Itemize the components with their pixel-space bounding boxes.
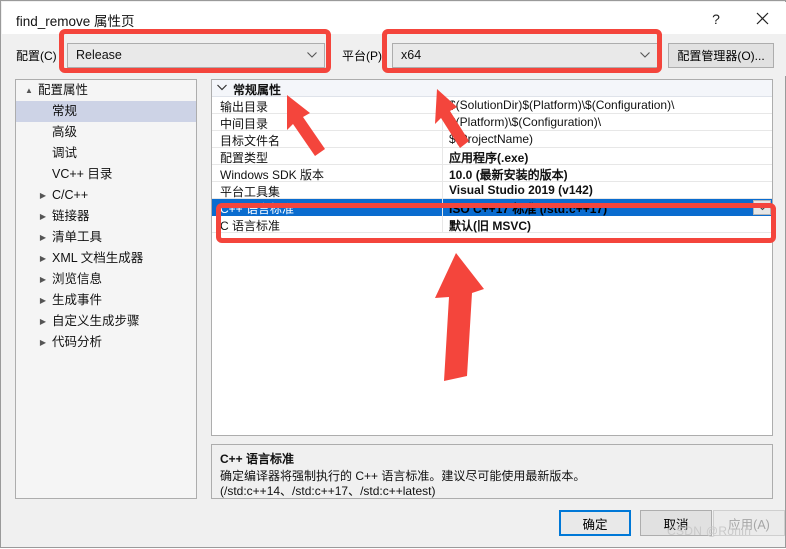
tree-node-3[interactable]: VC++ 目录 xyxy=(16,164,196,185)
tree-node-label: 高级 xyxy=(52,125,78,139)
configuration-value: Release xyxy=(76,48,122,62)
description-body: 确定编译器将强制执行的 C++ 语言标准。建议尽可能使用最新版本。(/std:c… xyxy=(220,469,586,498)
chevron-down-icon xyxy=(307,52,317,58)
tree-node-label: XML 文档生成器 xyxy=(52,251,144,265)
property-value: $(SolutionDir)$(Platform)\$(Configuratio… xyxy=(449,98,675,112)
platform-combobox[interactable]: x64 xyxy=(392,43,658,68)
expand-triangle-icon[interactable]: ▶ xyxy=(36,290,50,311)
tree-node-label: 浏览信息 xyxy=(52,272,103,286)
property-name: 中间目录 xyxy=(220,117,269,131)
expand-triangle-icon[interactable]: ▶ xyxy=(36,248,50,269)
property-name: 输出目录 xyxy=(220,100,269,114)
ok-label: 确定 xyxy=(582,517,608,532)
question-mark-icon: ? xyxy=(712,10,720,27)
tree-node-label: 链接器 xyxy=(52,209,90,223)
property-pages-dialog: find_remove 属性页 ? 配置(C) Release 平台(P) x6… xyxy=(0,0,786,548)
column-divider xyxy=(442,199,443,216)
column-divider xyxy=(442,182,443,199)
chevron-down-icon xyxy=(640,52,650,58)
property-name: Windows SDK 版本 xyxy=(220,168,325,182)
tree-node-8[interactable]: ▶ 浏览信息 xyxy=(16,269,196,290)
column-divider xyxy=(442,148,443,165)
property-row[interactable]: 输出目录 $(SolutionDir)$(Platform)\$(Configur… xyxy=(212,97,772,114)
platform-label: 平台(P) xyxy=(342,49,382,63)
property-value: Visual Studio 2019 (v142) xyxy=(449,183,593,197)
property-value: $(ProjectName) xyxy=(449,132,534,146)
tree-node-configuration-properties[interactable]: ▲ 配置属性 xyxy=(16,80,196,101)
configuration-manager-button[interactable]: 配置管理器(O)... xyxy=(668,43,774,68)
tree-node-1[interactable]: 高级 xyxy=(16,122,196,143)
property-value-dropdown-button[interactable] xyxy=(753,200,771,215)
column-divider xyxy=(442,216,443,233)
description-panel: C++ 语言标准 确定编译器将强制执行的 C++ 语言标准。建议尽可能使用最新版… xyxy=(211,444,773,499)
tree-node-label: 配置属性 xyxy=(38,83,89,97)
property-value: ISO C++17 标准 (/std:c++17) xyxy=(449,202,608,216)
tree-node-label: 生成事件 xyxy=(52,293,103,307)
property-name: C 语言标准 xyxy=(220,219,281,233)
tree-node-5[interactable]: ▶ 链接器 xyxy=(16,206,196,227)
configuration-combobox[interactable]: Release xyxy=(67,43,325,68)
tree-node-10[interactable]: ▶ 自定义生成步骤 xyxy=(16,311,196,332)
tree-node-label: C/C++ xyxy=(52,188,89,202)
property-value: 10.0 (最新安装的版本) xyxy=(449,168,568,182)
chevron-down-icon xyxy=(757,204,767,210)
property-row[interactable]: C 语言标准 默认(旧 MSVC) xyxy=(212,216,772,233)
property-name: 目标文件名 xyxy=(220,134,281,148)
close-icon xyxy=(756,12,768,25)
property-row[interactable]: 目标文件名 $(ProjectName) xyxy=(212,131,772,148)
tree-node-9[interactable]: ▶ 生成事件 xyxy=(16,290,196,311)
property-name: 配置类型 xyxy=(220,151,269,165)
tree-node-0[interactable]: 常规 xyxy=(16,101,196,122)
ok-button[interactable]: 确定 xyxy=(559,510,631,536)
expand-triangle-icon[interactable]: ▶ xyxy=(36,227,50,248)
property-row[interactable]: Windows SDK 版本 10.0 (最新安装的版本) xyxy=(212,165,772,182)
watermark: CSDN @Ronin xyxy=(667,524,752,538)
tree-node-label: 调试 xyxy=(52,146,78,160)
property-group-header[interactable]: 常规属性 xyxy=(212,80,772,97)
expand-triangle-icon[interactable]: ▶ xyxy=(36,269,50,290)
description-title: C++ 语言标准 xyxy=(220,452,295,466)
help-button[interactable]: ? xyxy=(694,3,738,34)
property-name: C++ 语言标准 xyxy=(220,202,295,216)
expand-triangle-icon[interactable]: ▶ xyxy=(36,206,50,227)
tree-node-11[interactable]: ▶ 代码分析 xyxy=(16,332,196,353)
tree-node-label: 代码分析 xyxy=(52,335,103,349)
column-divider xyxy=(442,131,443,148)
tree-node-label: 自定义生成步骤 xyxy=(52,314,140,328)
property-row[interactable]: 中间目录 $(Platform)\$(Configuration)\ xyxy=(212,114,772,131)
column-divider xyxy=(442,114,443,131)
property-row[interactable]: 配置类型 应用程序(.exe) xyxy=(212,148,772,165)
property-value: 应用程序(.exe) xyxy=(449,151,529,165)
tree-node-label: 常规 xyxy=(52,104,78,118)
tree-node-2[interactable]: 调试 xyxy=(16,143,196,164)
close-button[interactable] xyxy=(740,3,784,34)
property-grid[interactable]: 常规属性 输出目录 $(SolutionDir)$(Platform)\$(Con… xyxy=(211,79,773,436)
property-row-selected[interactable]: C++ 语言标准 ISO C++17 标准 (/std:c++17) xyxy=(212,199,772,216)
tree-node-6[interactable]: ▶ 清单工具 xyxy=(16,227,196,248)
configuration-manager-label: 配置管理器(O)... xyxy=(677,49,765,63)
chevron-down-icon xyxy=(217,84,227,91)
column-divider xyxy=(442,165,443,182)
collapse-triangle-icon: ▲ xyxy=(25,86,33,95)
title-bar: find_remove 属性页 ? xyxy=(2,2,786,34)
tree-node-label: 清单工具 xyxy=(52,230,103,244)
expand-triangle-icon[interactable]: ▶ xyxy=(36,185,50,206)
tree-node-4[interactable]: ▶ C/C++ xyxy=(16,185,196,206)
column-divider xyxy=(442,97,443,114)
configuration-bar: 配置(C) Release 平台(P) x64 配置管理器(O)... xyxy=(2,34,786,76)
tree-node-7[interactable]: ▶ XML 文档生成器 xyxy=(16,248,196,269)
expand-triangle-icon[interactable]: ▶ xyxy=(36,332,50,353)
expand-triangle-icon[interactable]: ▶ xyxy=(36,311,50,332)
property-row[interactable]: 平台工具集 Visual Studio 2019 (v142) xyxy=(212,182,772,199)
property-value: 默认(旧 MSVC) xyxy=(449,219,531,233)
property-tree[interactable]: ▲ 配置属性 常规 高级 调试 VC++ 目录 ▶ C/C++ ▶ 链接器 ▶ 清单工具 ▶ XML … xyxy=(15,79,197,499)
property-group-label: 常规属性 xyxy=(233,83,282,97)
property-value: $(Platform)\$(Configuration)\ xyxy=(449,115,602,129)
window-title: find_remove 属性页 xyxy=(16,14,135,29)
platform-value: x64 xyxy=(401,48,422,62)
property-name: 平台工具集 xyxy=(220,185,281,199)
tree-node-label: VC++ 目录 xyxy=(52,167,113,181)
configuration-label: 配置(C) xyxy=(16,49,57,63)
